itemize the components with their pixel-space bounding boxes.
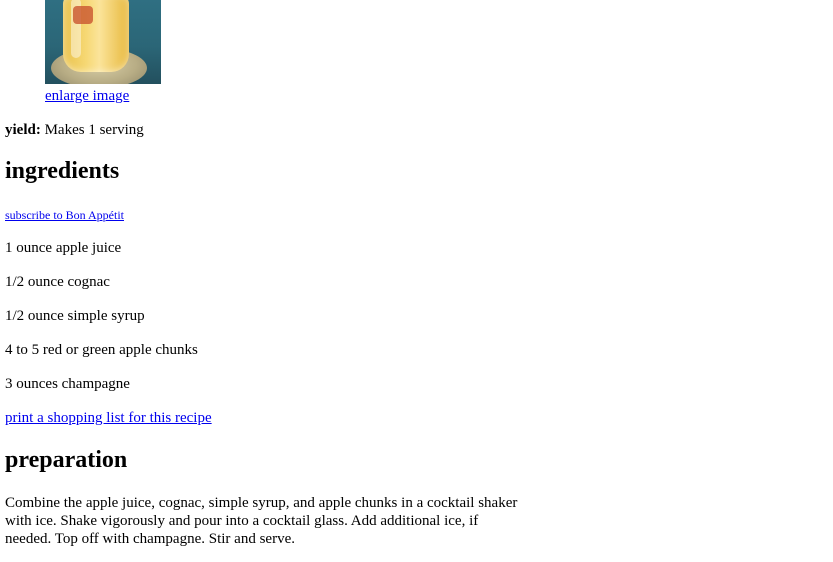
ingredient-item: 1/2 ounce cognac: [5, 274, 110, 290]
yield-label: yield:: [5, 122, 41, 138]
subscribe-link[interactable]: subscribe to Bon Appétit: [5, 208, 124, 223]
ingredient-item: 1/2 ounce simple syrup: [5, 308, 145, 324]
ingredients-heading: ingredients: [5, 158, 120, 184]
enlarge-image-link[interactable]: enlarge image: [45, 88, 129, 105]
ingredient-item: 3 ounces champagne: [5, 376, 130, 392]
ingredient-item: 1 ounce apple juice: [5, 240, 122, 256]
ingredient-item: 4 to 5 red or green apple chunks: [5, 342, 198, 358]
preparation-text: Combine the apple juice, cognac, simple …: [5, 495, 518, 547]
shopping-list-link[interactable]: print a shopping list for this recipe: [5, 410, 212, 427]
apple-chunk-graphic: [73, 6, 93, 24]
preparation-heading: preparation: [5, 447, 128, 473]
recipe-photo[interactable]: [45, 0, 161, 84]
yield-value: Makes 1 serving: [40, 122, 144, 138]
yield-line: yield: Makes 1 serving: [5, 122, 144, 139]
